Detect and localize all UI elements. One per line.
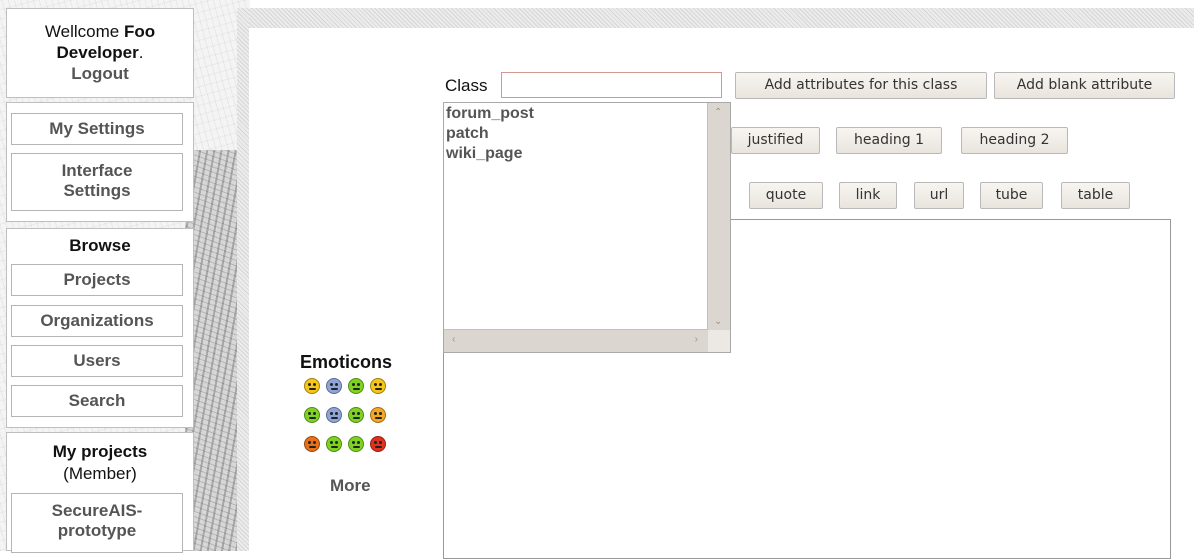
welcome-prefix: Wellcome [44, 22, 124, 41]
organizations-button[interactable]: Organizations [11, 305, 183, 337]
content-frame-top [237, 8, 1194, 28]
class-label: Class [445, 76, 488, 95]
content-frame-left [237, 8, 249, 551]
my-settings-button[interactable]: My Settings [11, 113, 183, 145]
happy-emoticon-icon[interactable] [304, 407, 320, 423]
heading-2-button[interactable]: heading 2 [961, 127, 1068, 154]
class-autocomplete-dropdown[interactable]: forum_post patch wiki_page ⌃ ⌄ ‹ › [443, 102, 731, 353]
quote-button[interactable]: quote [749, 182, 823, 209]
mad-emoticon-icon[interactable] [370, 436, 386, 452]
link-button[interactable]: link [839, 182, 897, 209]
add-attributes-button[interactable]: Add attributes for this class [735, 72, 987, 99]
my-projects-group: My projects (Member) SecureAIS-prototype [6, 432, 194, 553]
project-secureais-prototype-link[interactable]: SecureAIS-prototype [11, 493, 183, 553]
confused-emoticon-icon[interactable] [348, 407, 364, 423]
heading-1-button[interactable]: heading 1 [836, 127, 942, 154]
scroll-right-arrow-icon[interactable]: › [695, 334, 698, 345]
users-button[interactable]: Users [11, 345, 183, 377]
url-button[interactable]: url [914, 182, 964, 209]
smile-emoticon-icon[interactable] [304, 378, 320, 394]
more-emoticons-link[interactable]: More [330, 476, 371, 496]
surprised-emoticon-icon[interactable] [326, 407, 342, 423]
autocomplete-option[interactable]: forum_post [445, 104, 707, 124]
search-button[interactable]: Search [11, 385, 183, 417]
table-button[interactable]: table [1061, 182, 1130, 209]
member-label: (Member) [63, 464, 137, 483]
welcome-suffix: . [138, 43, 144, 62]
welcome-text: Wellcome Foo Developer. [7, 21, 193, 63]
background-sketch [185, 150, 245, 551]
autocomplete-option[interactable]: patch [445, 124, 707, 144]
settings-group: My Settings Interface Settings [6, 102, 194, 222]
vertical-scrollbar[interactable]: ⌃ ⌄ [707, 103, 730, 331]
add-blank-attribute-button[interactable]: Add blank attribute [994, 72, 1175, 99]
logout-link[interactable]: Logout [7, 63, 193, 84]
welcome-box: Wellcome Foo Developer. Logout [6, 8, 194, 98]
scroll-left-arrow-icon[interactable]: ‹ [452, 334, 455, 345]
browse-heading: Browse [69, 236, 131, 255]
crying-emoticon-icon[interactable] [326, 436, 342, 452]
browse-group: Browse Projects Organizations Users Sear… [6, 228, 194, 428]
autocomplete-option[interactable]: wiki_page [445, 144, 707, 164]
angry-emoticon-icon[interactable] [304, 436, 320, 452]
neutral-emoticon-icon[interactable] [348, 378, 364, 394]
horizontal-scrollbar[interactable]: ‹ › [444, 329, 708, 352]
scroll-up-arrow-icon[interactable]: ⌃ [714, 107, 722, 118]
emoticons-heading: Emoticons [300, 352, 393, 372]
cool-emoticon-icon[interactable] [370, 407, 386, 423]
projects-button[interactable]: Projects [11, 264, 183, 296]
interface-settings-button[interactable]: Interface Settings [11, 153, 183, 211]
class-input[interactable] [501, 72, 722, 98]
scroll-down-arrow-icon[interactable]: ⌄ [714, 316, 722, 327]
scrollbar-corner [708, 330, 730, 352]
grin-emoticon-icon[interactable] [370, 378, 386, 394]
dizzy-emoticon-icon[interactable] [348, 436, 364, 452]
justified-button[interactable]: justified [731, 127, 820, 154]
tube-button[interactable]: tube [980, 182, 1043, 209]
autocomplete-list: forum_post patch wiki_page [445, 104, 707, 164]
my-projects-heading: My projects [52, 442, 148, 461]
sad-emoticon-icon[interactable] [326, 378, 342, 394]
